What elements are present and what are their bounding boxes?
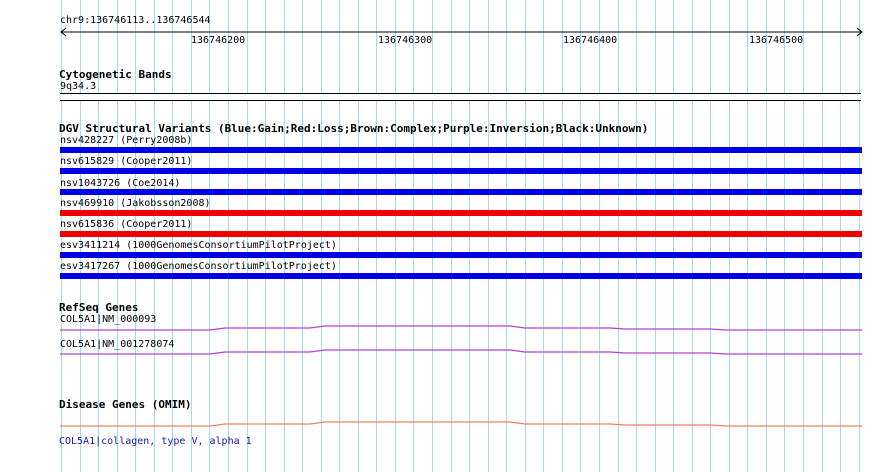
track-title-dgv: DGV Structural Variants (Blue:Gain;Red:L… [59, 122, 649, 135]
ruler-tick-label: 136746500 [749, 35, 804, 46]
variant-label[interactable]: esv3417267 (1000GenomesConsortiumPilotPr… [60, 261, 337, 273]
omim-gene-model[interactable] [0, 416, 890, 432]
track-title-refseq: RefSeq Genes [59, 301, 139, 314]
variant-bar-gain[interactable] [60, 147, 862, 153]
refseq-gene-model[interactable] [0, 344, 890, 360]
variant-bar-gain[interactable] [60, 273, 862, 279]
ruler-tick-label: 136746400 [563, 35, 618, 46]
omim-gene-link[interactable]: COL5A1|collagen, type V, alpha 1 [59, 436, 252, 448]
ruler-tick-label: 136746300 [378, 35, 433, 46]
variant-bar-gain[interactable] [60, 189, 862, 195]
variant-bar-gain[interactable] [60, 252, 862, 258]
cytoband-ideogram[interactable] [60, 93, 861, 101]
ruler-tick-label: 136746200 [191, 35, 246, 46]
variant-bar-gain[interactable] [60, 168, 862, 174]
variant-bar-loss[interactable] [60, 231, 862, 237]
track-title-omim: Disease Genes (OMIM) [59, 398, 192, 411]
genome-browser-view: chr9:136746113..136746544 136746200 1367… [0, 0, 890, 472]
variant-label[interactable]: nsv615836 (Cooper2011) [60, 219, 192, 231]
refseq-gene-model[interactable] [0, 320, 890, 336]
variant-label[interactable]: esv3411214 (1000GenomesConsortiumPilotPr… [60, 240, 337, 252]
variant-label[interactable]: nsv615829 (Cooper2011) [60, 156, 192, 168]
track-title-cytoband: Cytogenetic Bands [59, 68, 172, 81]
cytoband-label: 9q34.3 [60, 81, 97, 92]
variant-bar-loss[interactable] [60, 210, 862, 216]
variant-label[interactable]: nsv428227 (Perry2008b) [60, 135, 192, 147]
variant-label[interactable]: nsv469910 (Jakobsson2008) [60, 198, 211, 210]
